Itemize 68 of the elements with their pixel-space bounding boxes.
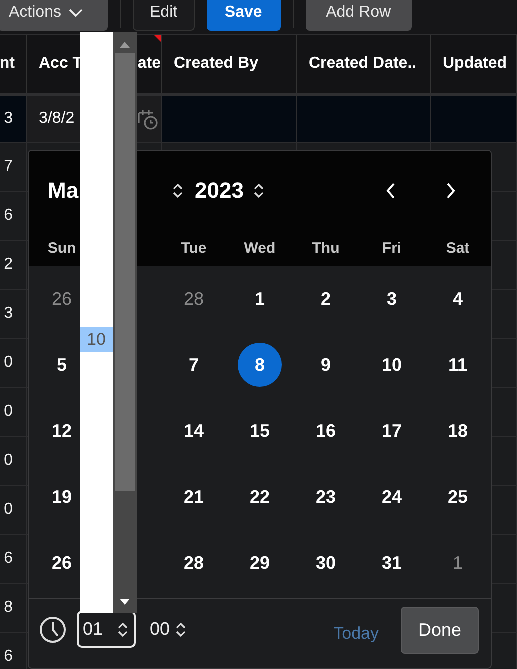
calendar-day[interactable]: 28	[172, 277, 216, 321]
chevron-down-icon	[69, 8, 84, 18]
table-cell: 2	[0, 241, 27, 289]
calendar-day[interactable]: 24	[370, 475, 414, 519]
calendar-day[interactable]: 23	[304, 475, 348, 519]
calendar-day[interactable]: 29	[238, 541, 282, 585]
spinner-icon	[171, 181, 185, 201]
table-cell: 7	[0, 143, 27, 191]
calendar-day[interactable]: 17	[370, 409, 414, 453]
table-cell: 6	[0, 535, 27, 583]
calendar-day[interactable]: 10	[370, 343, 414, 387]
chevron-right-icon	[446, 183, 456, 199]
table-cell: 0	[0, 437, 27, 485]
done-button[interactable]: Done	[401, 607, 479, 654]
save-button[interactable]: Save	[206, 0, 281, 31]
scroll-up-icon	[120, 42, 130, 48]
column-header[interactable]: ate	[138, 55, 161, 73]
calendar-day[interactable]: 8	[238, 343, 282, 387]
column-header[interactable]: Created Date..	[297, 35, 431, 93]
calendar-day[interactable]: 7	[172, 343, 216, 387]
calendar-day[interactable]: 21	[172, 475, 216, 519]
today-link[interactable]: Today	[334, 624, 379, 644]
column-header[interactable]: Created By	[162, 35, 297, 93]
calendar-day[interactable]: 11	[436, 343, 480, 387]
toolbar-button[interactable]: Add Row	[306, 0, 412, 31]
spinner-icon	[252, 181, 266, 201]
table-cell: 0	[0, 486, 27, 534]
table-cell: 6	[0, 633, 27, 669]
weekday-label: Fri	[381, 240, 403, 256]
year-label[interactable]: 2023	[195, 178, 244, 204]
calendar-day[interactable]: 1	[238, 277, 282, 321]
calendar-day[interactable]: 22	[238, 475, 282, 519]
column-header[interactable]: Updated	[431, 35, 517, 93]
toolbar-button[interactable]: Edit	[133, 0, 195, 31]
scrollbar-thumb[interactable]	[115, 53, 135, 491]
calendar-day[interactable]: 3	[370, 277, 414, 321]
calendar-clock-icon	[135, 107, 159, 131]
scroll-down-icon	[120, 599, 130, 605]
calendar-day[interactable]: 4	[436, 277, 480, 321]
weekday-label: Sat	[445, 240, 471, 256]
weekday-label: Tue	[180, 240, 208, 256]
column-header[interactable]: nt	[0, 35, 27, 93]
dropdown-option[interactable]: 10	[80, 327, 113, 352]
chevron-left-icon	[386, 183, 396, 199]
calendar-day[interactable]: 31	[370, 541, 414, 585]
calendar-day[interactable]: 18	[436, 409, 480, 453]
calendar-day[interactable]: 16	[304, 409, 348, 453]
calendar-day[interactable]: 30	[304, 541, 348, 585]
calendar-day[interactable]: 1	[436, 541, 480, 585]
weekday-label: Thu	[311, 240, 341, 256]
date-input-field[interactable]: 3/8/2	[39, 110, 75, 128]
scrollbar[interactable]	[113, 32, 137, 613]
table-cell: 3	[0, 290, 27, 338]
table-cell: 0	[0, 339, 27, 387]
calendar-day[interactable]: 25	[436, 475, 480, 519]
calendar-day[interactable]: 9	[304, 343, 348, 387]
calendar-day[interactable]: 28	[172, 541, 216, 585]
clock-icon	[39, 616, 67, 644]
actions-menu-button[interactable]: Actions	[0, 0, 108, 31]
table-cell: 8	[0, 584, 27, 632]
weekday-label: Wed	[243, 240, 277, 256]
calendar-day[interactable]: 2	[304, 277, 348, 321]
calendar-day[interactable]: 15	[238, 409, 282, 453]
table-cell: 6	[0, 192, 27, 240]
weekday-label: Sun	[46, 240, 78, 256]
calendar-day[interactable]: 14	[172, 409, 216, 453]
table-cell: 0	[0, 388, 27, 436]
minute-field[interactable]: 00	[144, 611, 194, 648]
